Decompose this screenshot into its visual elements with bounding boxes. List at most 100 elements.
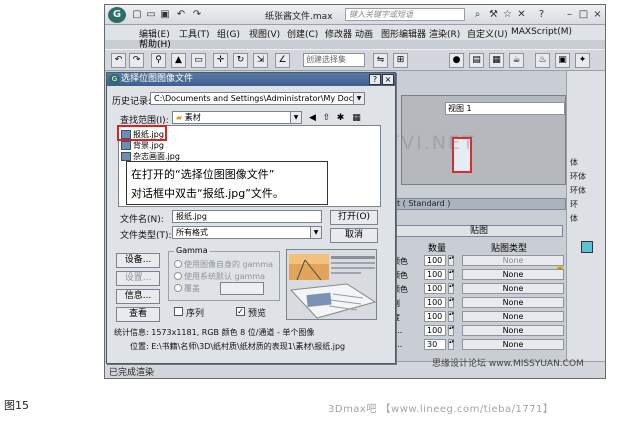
new-icon[interactable]: ▢ xyxy=(131,9,143,21)
menu-customize[interactable]: 自定义(U) xyxy=(467,27,508,40)
select-icon[interactable]: ▲ xyxy=(171,53,186,68)
map-type-button[interactable]: None xyxy=(462,311,564,322)
app-logo[interactable]: G xyxy=(108,7,126,23)
window-close-icon[interactable]: × xyxy=(591,8,604,21)
filetype-dropdown[interactable]: 所有格式 ▼ xyxy=(172,226,322,239)
map-amount-field[interactable]: 100 xyxy=(424,255,446,266)
wrench-icon[interactable]: ⚒ xyxy=(487,8,500,21)
sequence-checkbox[interactable] xyxy=(174,307,183,316)
file-name[interactable]: 背景.jpg xyxy=(133,140,164,151)
teapot-icon[interactable]: ♨ xyxy=(535,53,550,68)
selection-set-field[interactable]: 创建选择集 xyxy=(303,53,365,67)
amount-spinner[interactable]: ▴▾ xyxy=(448,297,454,308)
redo-icon[interactable]: ↷ xyxy=(191,9,203,21)
up-folder-icon[interactable]: ⇧ xyxy=(320,112,333,125)
menu-graph-editors[interactable]: 图形编辑器 xyxy=(381,27,426,40)
gamma-override-field[interactable] xyxy=(220,282,264,295)
look-in-dropdown[interactable]: ▰ 素材 ▼ xyxy=(172,111,302,124)
cancel-button[interactable]: 取消 xyxy=(330,228,378,243)
environment-icon[interactable]: ✦ xyxy=(575,53,590,68)
binoculars-icon[interactable]: ⌕ xyxy=(471,8,484,21)
command-panel-item[interactable]: 体 xyxy=(570,213,578,224)
scale-icon[interactable]: ⇲ xyxy=(253,53,268,68)
map-type-button[interactable]: None xyxy=(462,255,564,266)
maps-rollout-title[interactable]: 贴图 xyxy=(395,225,563,237)
info-button[interactable]: 信息... xyxy=(116,289,160,304)
search-input[interactable]: 键入关键字或短语 xyxy=(345,8,465,21)
command-panel-item[interactable]: 环体 xyxy=(570,185,586,196)
menu-create[interactable]: 创建(C) xyxy=(287,27,318,40)
command-panel-item[interactable]: 体 xyxy=(570,157,578,168)
map-amount-field[interactable]: 100 xyxy=(424,297,446,308)
map-amount-field[interactable]: 30 xyxy=(424,339,446,350)
color-swatch[interactable] xyxy=(581,241,593,253)
close-icon[interactable]: ✕ xyxy=(515,8,528,21)
setup-button[interactable]: 设备... xyxy=(116,253,160,268)
history-dropdown[interactable]: C:\Documents and Settings\Administrator\… xyxy=(150,92,365,105)
menu-group[interactable]: 组(G) xyxy=(217,27,240,40)
chevron-down-icon[interactable]: ▼ xyxy=(310,227,321,238)
chevron-down-icon[interactable]: ▼ xyxy=(290,112,301,123)
dialog-close-button[interactable]: × xyxy=(382,74,394,85)
amount-spinner[interactable]: ▴▾ xyxy=(448,255,454,266)
map-amount-field[interactable]: 100 xyxy=(424,311,446,322)
menu-views[interactable]: 视图(V) xyxy=(249,27,280,40)
material-type-header[interactable]: t ( Standard ) xyxy=(390,198,566,210)
amount-spinner[interactable]: ▴▾ xyxy=(448,325,454,336)
map-type-button[interactable]: None xyxy=(462,297,564,308)
maximize-icon[interactable]: □ xyxy=(577,8,590,21)
material-editor-icon[interactable]: ● xyxy=(449,53,464,68)
render-frame-icon[interactable]: ▦ xyxy=(489,53,504,68)
open-button[interactable]: 打开(O) xyxy=(330,210,378,225)
map-amount-field[interactable]: 100 xyxy=(424,283,446,294)
undo-tool-icon[interactable]: ↶ xyxy=(111,53,126,68)
link-icon[interactable]: ⚲ xyxy=(151,53,166,68)
map-amount-field[interactable]: 100 xyxy=(424,269,446,280)
view-menu-icon[interactable]: ▦ xyxy=(350,112,363,125)
render-icon[interactable]: ☕ xyxy=(509,53,524,68)
command-panel-item[interactable]: 环体 xyxy=(570,171,586,182)
move-icon[interactable]: ✛ xyxy=(213,53,228,68)
region-select-icon[interactable]: ▭ xyxy=(191,53,206,68)
map-amount-field[interactable]: 100 xyxy=(424,325,446,336)
new-folder-icon[interactable]: ✱ xyxy=(334,112,347,125)
menu-tools[interactable]: 工具(T) xyxy=(179,27,210,40)
amount-spinner[interactable]: ▴▾ xyxy=(448,269,454,280)
quick-render-icon[interactable]: ▣ xyxy=(555,53,570,68)
star-icon[interactable]: ☆ xyxy=(501,8,514,21)
command-panel-item[interactable]: 环 xyxy=(570,199,578,210)
filename-input[interactable]: 报纸.jpg xyxy=(172,210,322,223)
align-icon[interactable]: ⊞ xyxy=(393,53,408,68)
menu-maxscript[interactable]: MAXScript(M) xyxy=(511,27,572,37)
settings-button[interactable]: 设置... xyxy=(116,271,160,286)
redo-tool-icon[interactable]: ↷ xyxy=(129,53,144,68)
amount-spinner[interactable]: ▴▾ xyxy=(448,311,454,322)
file-item[interactable]: 背景.jpg xyxy=(119,140,179,151)
save-icon[interactable]: ▣ xyxy=(159,9,171,21)
amount-spinner[interactable]: ▴▾ xyxy=(448,339,454,350)
mirror-icon[interactable]: ⇋ xyxy=(373,53,388,68)
chevron-down-icon[interactable]: ▼ xyxy=(353,93,364,104)
map-type-button[interactable]: None xyxy=(462,283,564,294)
dialog-help-button[interactable]: ? xyxy=(369,74,381,85)
preview-checkbox[interactable]: ✓ xyxy=(236,307,245,316)
open-icon[interactable]: ▭ xyxy=(145,9,157,21)
undo-icon[interactable]: ↶ xyxy=(175,9,187,21)
back-icon[interactable]: ◀ xyxy=(306,112,319,125)
minimize-icon[interactable]: – xyxy=(563,8,576,21)
gamma-override-radio[interactable] xyxy=(174,284,182,292)
rotate-icon[interactable]: ↻ xyxy=(233,53,248,68)
gamma-system-radio[interactable] xyxy=(174,272,182,280)
map-type-button[interactable]: None xyxy=(462,339,564,350)
view-button[interactable]: 查看 xyxy=(116,307,160,322)
map-type-button[interactable]: None xyxy=(462,269,564,280)
help-icon[interactable]: ? xyxy=(535,8,548,21)
render-setup-icon[interactable]: ▤ xyxy=(469,53,484,68)
menu-animation[interactable]: 动画 xyxy=(355,27,373,40)
map-type-button[interactable]: None xyxy=(462,325,564,336)
snap-icon[interactable]: ∠ xyxy=(275,53,290,68)
menu-rendering[interactable]: 渲染(R) xyxy=(429,27,460,40)
menu-modifiers[interactable]: 修改器 xyxy=(325,27,352,40)
viewport-label[interactable]: 视图 1 xyxy=(445,102,565,115)
amount-spinner[interactable]: ▴▾ xyxy=(448,283,454,294)
